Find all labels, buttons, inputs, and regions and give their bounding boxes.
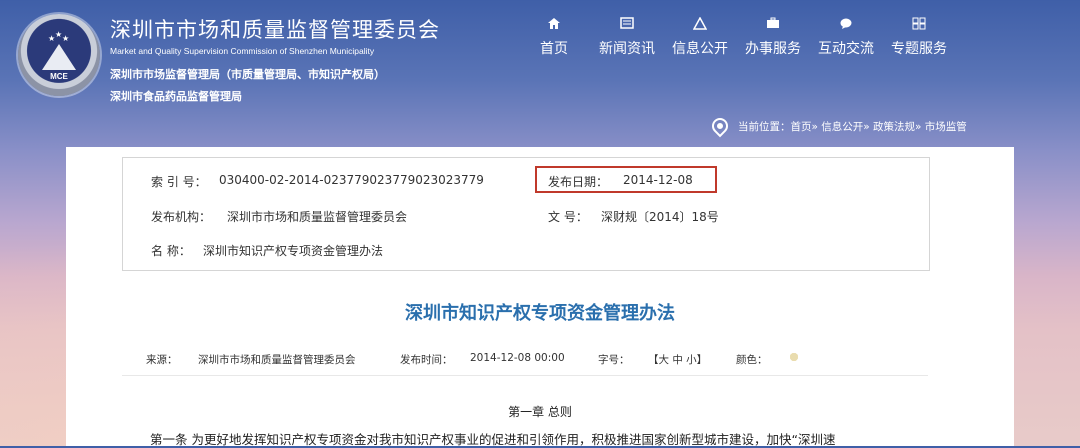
document-meta-box: 索 引 号： 030400-02-2014-023779023779023023… (122, 157, 930, 271)
article-paragraph: 第一条 为更好地发挥知识产权专项资金对我市知识产权事业的促进和引领作用，积极推进… (150, 432, 836, 447)
index-value: 030400-02-2014-023779023779023023779 (219, 173, 484, 187)
nav-label: 新闻资讯 (599, 41, 655, 57)
content-panel: 索 引 号： 030400-02-2014-023779023779023023… (66, 147, 1014, 447)
nav-item-interaction[interactable]: 互动交流 (810, 14, 882, 58)
org-title: 深圳市市场和质量监督管理委员会 (110, 18, 440, 42)
grid-icon (883, 14, 955, 32)
nav-label: 互动交流 (818, 41, 874, 57)
nav-label: 办事服务 (745, 41, 801, 57)
date-value: 2014-12-08 (623, 173, 693, 187)
font-size-label: 字号： (598, 354, 630, 366)
chapter-heading: 第一章 总则 (508, 405, 572, 419)
org-subtitle: 深圳市市场监督管理局（市质量管理局、市知识产权局） (110, 68, 385, 81)
publisher-value: 深圳市市场和质量监督管理委员会 (227, 210, 408, 224)
publisher-label: 发布机构： (151, 210, 212, 224)
nav-label: 首页 (540, 41, 568, 57)
location-pin-icon (708, 114, 732, 138)
index-label: 索 引 号： (151, 175, 207, 189)
color-label: 颜色： (736, 354, 768, 366)
briefcase-icon (737, 14, 809, 32)
org-subtitle-2: 深圳市食品药品监督管理局 (110, 90, 242, 103)
home-icon (518, 14, 590, 32)
color-swatch[interactable] (790, 353, 798, 361)
chat-icon (810, 14, 882, 32)
main-nav: 首页 新闻资讯 信息公开 办事服务 互动交流 专题服务 (518, 14, 956, 58)
name-value: 深圳市知识产权专项资金管理办法 (203, 244, 384, 258)
mountain-icon (42, 44, 76, 70)
logo-text: MCE (50, 72, 68, 81)
nav-item-topics[interactable]: 专题服务 (883, 14, 955, 58)
nav-item-services[interactable]: 办事服务 (737, 14, 809, 58)
triangle-icon (664, 14, 736, 32)
publish-time-value: 2014-12-08 00:00 (470, 352, 565, 364)
nav-label: 专题服务 (891, 41, 947, 57)
nav-item-disclosure[interactable]: 信息公开 (664, 14, 736, 58)
nav-item-home[interactable]: 首页 (518, 14, 590, 58)
nav-label: 信息公开 (672, 41, 728, 57)
divider (122, 375, 928, 376)
org-english-name: Market and Quality Supervision Commissio… (110, 46, 375, 56)
source-label: 来源： (146, 354, 178, 366)
news-icon (591, 14, 663, 32)
doc-number-label: 文 号： (548, 210, 588, 224)
date-label: 发布日期： (548, 175, 609, 189)
nav-item-news[interactable]: 新闻资讯 (591, 14, 663, 58)
font-size-options[interactable]: 【大 中 小】 (648, 352, 707, 367)
star-icon: ★ (62, 34, 70, 43)
name-label: 名 称： (151, 244, 191, 258)
source-value: 深圳市市场和质量监督管理委员会 (198, 354, 356, 366)
publish-time-label: 发布时间： (400, 354, 453, 366)
doc-number-value: 深财规〔2014〕18号 (601, 210, 719, 224)
breadcrumb: 当前位置：首页» 信息公开» 政策法规» 市场监管 (708, 114, 967, 138)
commission-logo[interactable]: ★ ★ ★ MCE (18, 14, 100, 96)
breadcrumb-text[interactable]: 当前位置：首页» 信息公开» 政策法规» 市场监管 (738, 119, 967, 134)
article-title: 深圳市知识产权专项资金管理办法 (405, 303, 675, 324)
org-block: 深圳市市场和质量监督管理委员会 Market and Quality Super… (110, 14, 440, 104)
